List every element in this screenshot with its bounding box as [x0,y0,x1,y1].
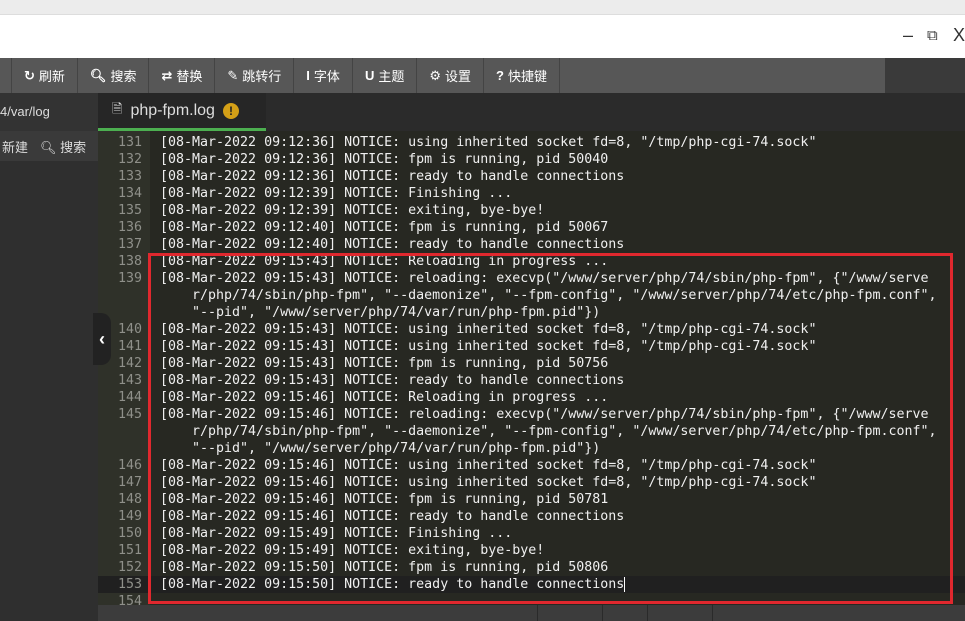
status-segment [98,605,538,621]
code-line: 137 [08-Mar-2022 09:12:40] NOTICE: ready … [98,236,965,253]
title-bar: – ⧉ X [0,15,965,58]
toolbar-icon: 🔍︎ [89,67,107,83]
file-sidebar: 4/var/log 新建 🔍︎ 搜索 [0,93,98,621]
line-number: 151 [117,543,142,558]
line-text: [08-Mar-2022 09:12:39] NOTICE: exiting, … [160,202,937,219]
code-line: 134 [08-Mar-2022 09:12:39] NOTICE: Finish… [98,185,965,202]
line-number: 143 [117,373,142,388]
toolbar-label: 主题 [378,69,405,84]
sidebar-tools: 新建 🔍︎ 搜索 [0,131,98,161]
line-text: [08-Mar-2022 09:12:39] NOTICE: Finishing… [160,185,937,202]
toolbar-icon: I [306,68,310,83]
editor-tabs: 🗎 php-fpm.log ! [98,93,965,131]
toolbar-icon: ⇄ [161,67,173,83]
toolbar-button-1[interactable]: 🔍︎ 搜索 [78,58,150,93]
toolbar-label: 设置 [445,69,472,84]
sidebar-search-label: 搜索 [60,139,87,155]
toolbar-icon: ✎ [227,67,239,83]
toolbar-icon: U [364,68,375,83]
tab-label: php-fpm.log [130,101,215,119]
status-segment [538,605,603,621]
toolbar-button-7[interactable]: ? 快捷键 [484,58,560,93]
status-bar [98,605,965,621]
line-content: [08-Mar-2022 09:12:36] NOTICE: ready to … [160,169,625,184]
toolbar-button-2[interactable]: ⇄ 替换 [149,58,216,93]
collapse-sidebar-button[interactable]: ‹ [93,313,111,365]
line-text: [08-Mar-2022 09:12:36] NOTICE: fpm is ru… [160,151,937,168]
code-line: 133 [08-Mar-2022 09:12:36] NOTICE: ready … [98,168,965,185]
toolbar-label: 字体 [313,69,340,84]
code-line: 131 [08-Mar-2022 09:12:36] NOTICE: using … [98,134,965,151]
toolbar-label: 替换 [176,69,203,84]
line-number: 134 [117,186,142,201]
line-content: [08-Mar-2022 09:12:39] NOTICE: Finishing… [160,186,513,201]
line-content: [08-Mar-2022 09:12:39] NOTICE: exiting, … [160,203,545,218]
toolbar-button-0[interactable]: ↻ 刷新 [12,58,78,93]
toolbar-button-4[interactable]: I 字体 [294,58,353,93]
line-number: 148 [117,492,142,507]
line-number: 131 [117,135,142,150]
line-number: 145 [117,407,142,422]
line-content: [08-Mar-2022 09:12:40] NOTICE: fpm is ru… [160,220,609,235]
line-number: 138 [117,254,142,269]
toolbar-button-6[interactable]: ⚙ 设置 [417,58,485,93]
line-content: [08-Mar-2022 09:12:36] NOTICE: fpm is ru… [160,152,609,167]
line-text: [08-Mar-2022 09:12:40] NOTICE: fpm is ru… [160,219,937,236]
line-content: [08-Mar-2022 09:12:40] NOTICE: ready to … [160,237,625,252]
line-text: [08-Mar-2022 09:12:36] NOTICE: ready to … [160,168,937,185]
line-number: 150 [117,526,142,541]
line-content: [08-Mar-2022 09:12:36] NOTICE: using inh… [160,135,817,150]
toolbar-label: 搜索 [110,69,137,84]
close-button[interactable]: X [953,25,965,46]
status-segment [648,605,713,621]
toolbar-icon: ? [496,68,504,83]
code-line: 132 [08-Mar-2022 09:12:36] NOTICE: fpm is… [98,151,965,168]
sidebar-search-button[interactable]: 🔍︎ 搜索 [40,137,86,156]
new-file-button[interactable]: 新建 [2,137,28,156]
restore-button[interactable]: ⧉ [927,27,938,44]
line-number: 149 [117,509,142,524]
toolbar: ↻ 刷新 🔍︎ 搜索 ⇄ 替换 ✎ 跳转行 I 字体 U 主题 ⚙ 设置? 快捷键 [0,58,965,93]
line-text: [08-Mar-2022 09:12:40] NOTICE: ready to … [160,236,937,253]
status-segment [603,605,648,621]
toolbar-label: 跳转行 [242,69,282,84]
line-number: 137 [117,237,142,252]
toolbar-icon: ⚙ [429,67,441,83]
search-icon: 🔍︎ [40,139,57,155]
warning-icon: ! [222,102,239,119]
code-line: 135 [08-Mar-2022 09:12:39] NOTICE: exitin… [98,202,965,219]
toolbar-spacer [0,58,12,93]
toolbar-label: 快捷键 [507,69,547,84]
line-number: 133 [117,169,142,184]
line-number: 154 [117,594,142,605]
line-number: 146 [117,458,142,473]
line-number: 136 [117,220,142,235]
file-icon: 🗎 [112,100,123,116]
current-path: 4/var/log [0,93,98,131]
toolbar-button-3[interactable]: ✎ 跳转行 [215,58,295,93]
line-number: 132 [117,152,142,167]
tab-php-fpm-log[interactable]: 🗎 php-fpm.log ! [98,93,266,131]
minimize-button[interactable]: – [903,25,913,46]
line-text: [08-Mar-2022 09:12:36] NOTICE: using inh… [160,134,937,151]
line-number: 152 [117,560,142,575]
toolbar-right-area [885,58,965,93]
toolbar-icon: ↻ [24,67,35,83]
highlight-box [148,253,953,604]
line-number: 135 [117,203,142,218]
line-number: 153 [117,577,142,592]
top-strip [0,0,965,15]
code-line: 136 [08-Mar-2022 09:12:40] NOTICE: fpm is… [98,219,965,236]
line-number: 147 [117,475,142,490]
toolbar-label: 刷新 [38,69,65,84]
toolbar-button-5[interactable]: U 主题 [353,58,418,93]
line-number: 144 [117,390,142,405]
